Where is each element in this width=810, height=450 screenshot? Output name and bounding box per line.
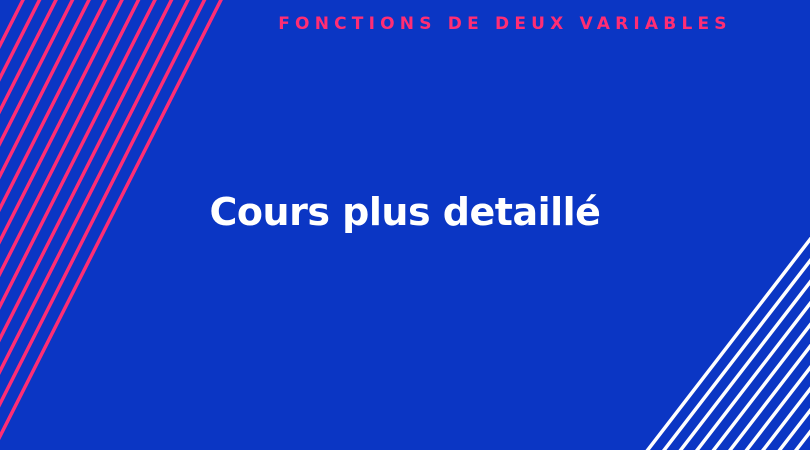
banner: FONCTIONS DE DEUX VARIABLES Cours plus d… [0, 0, 810, 450]
main-title: Cours plus detaillé [209, 190, 601, 234]
subject-heading: FONCTIONS DE DEUX VARIABLES [278, 14, 732, 34]
